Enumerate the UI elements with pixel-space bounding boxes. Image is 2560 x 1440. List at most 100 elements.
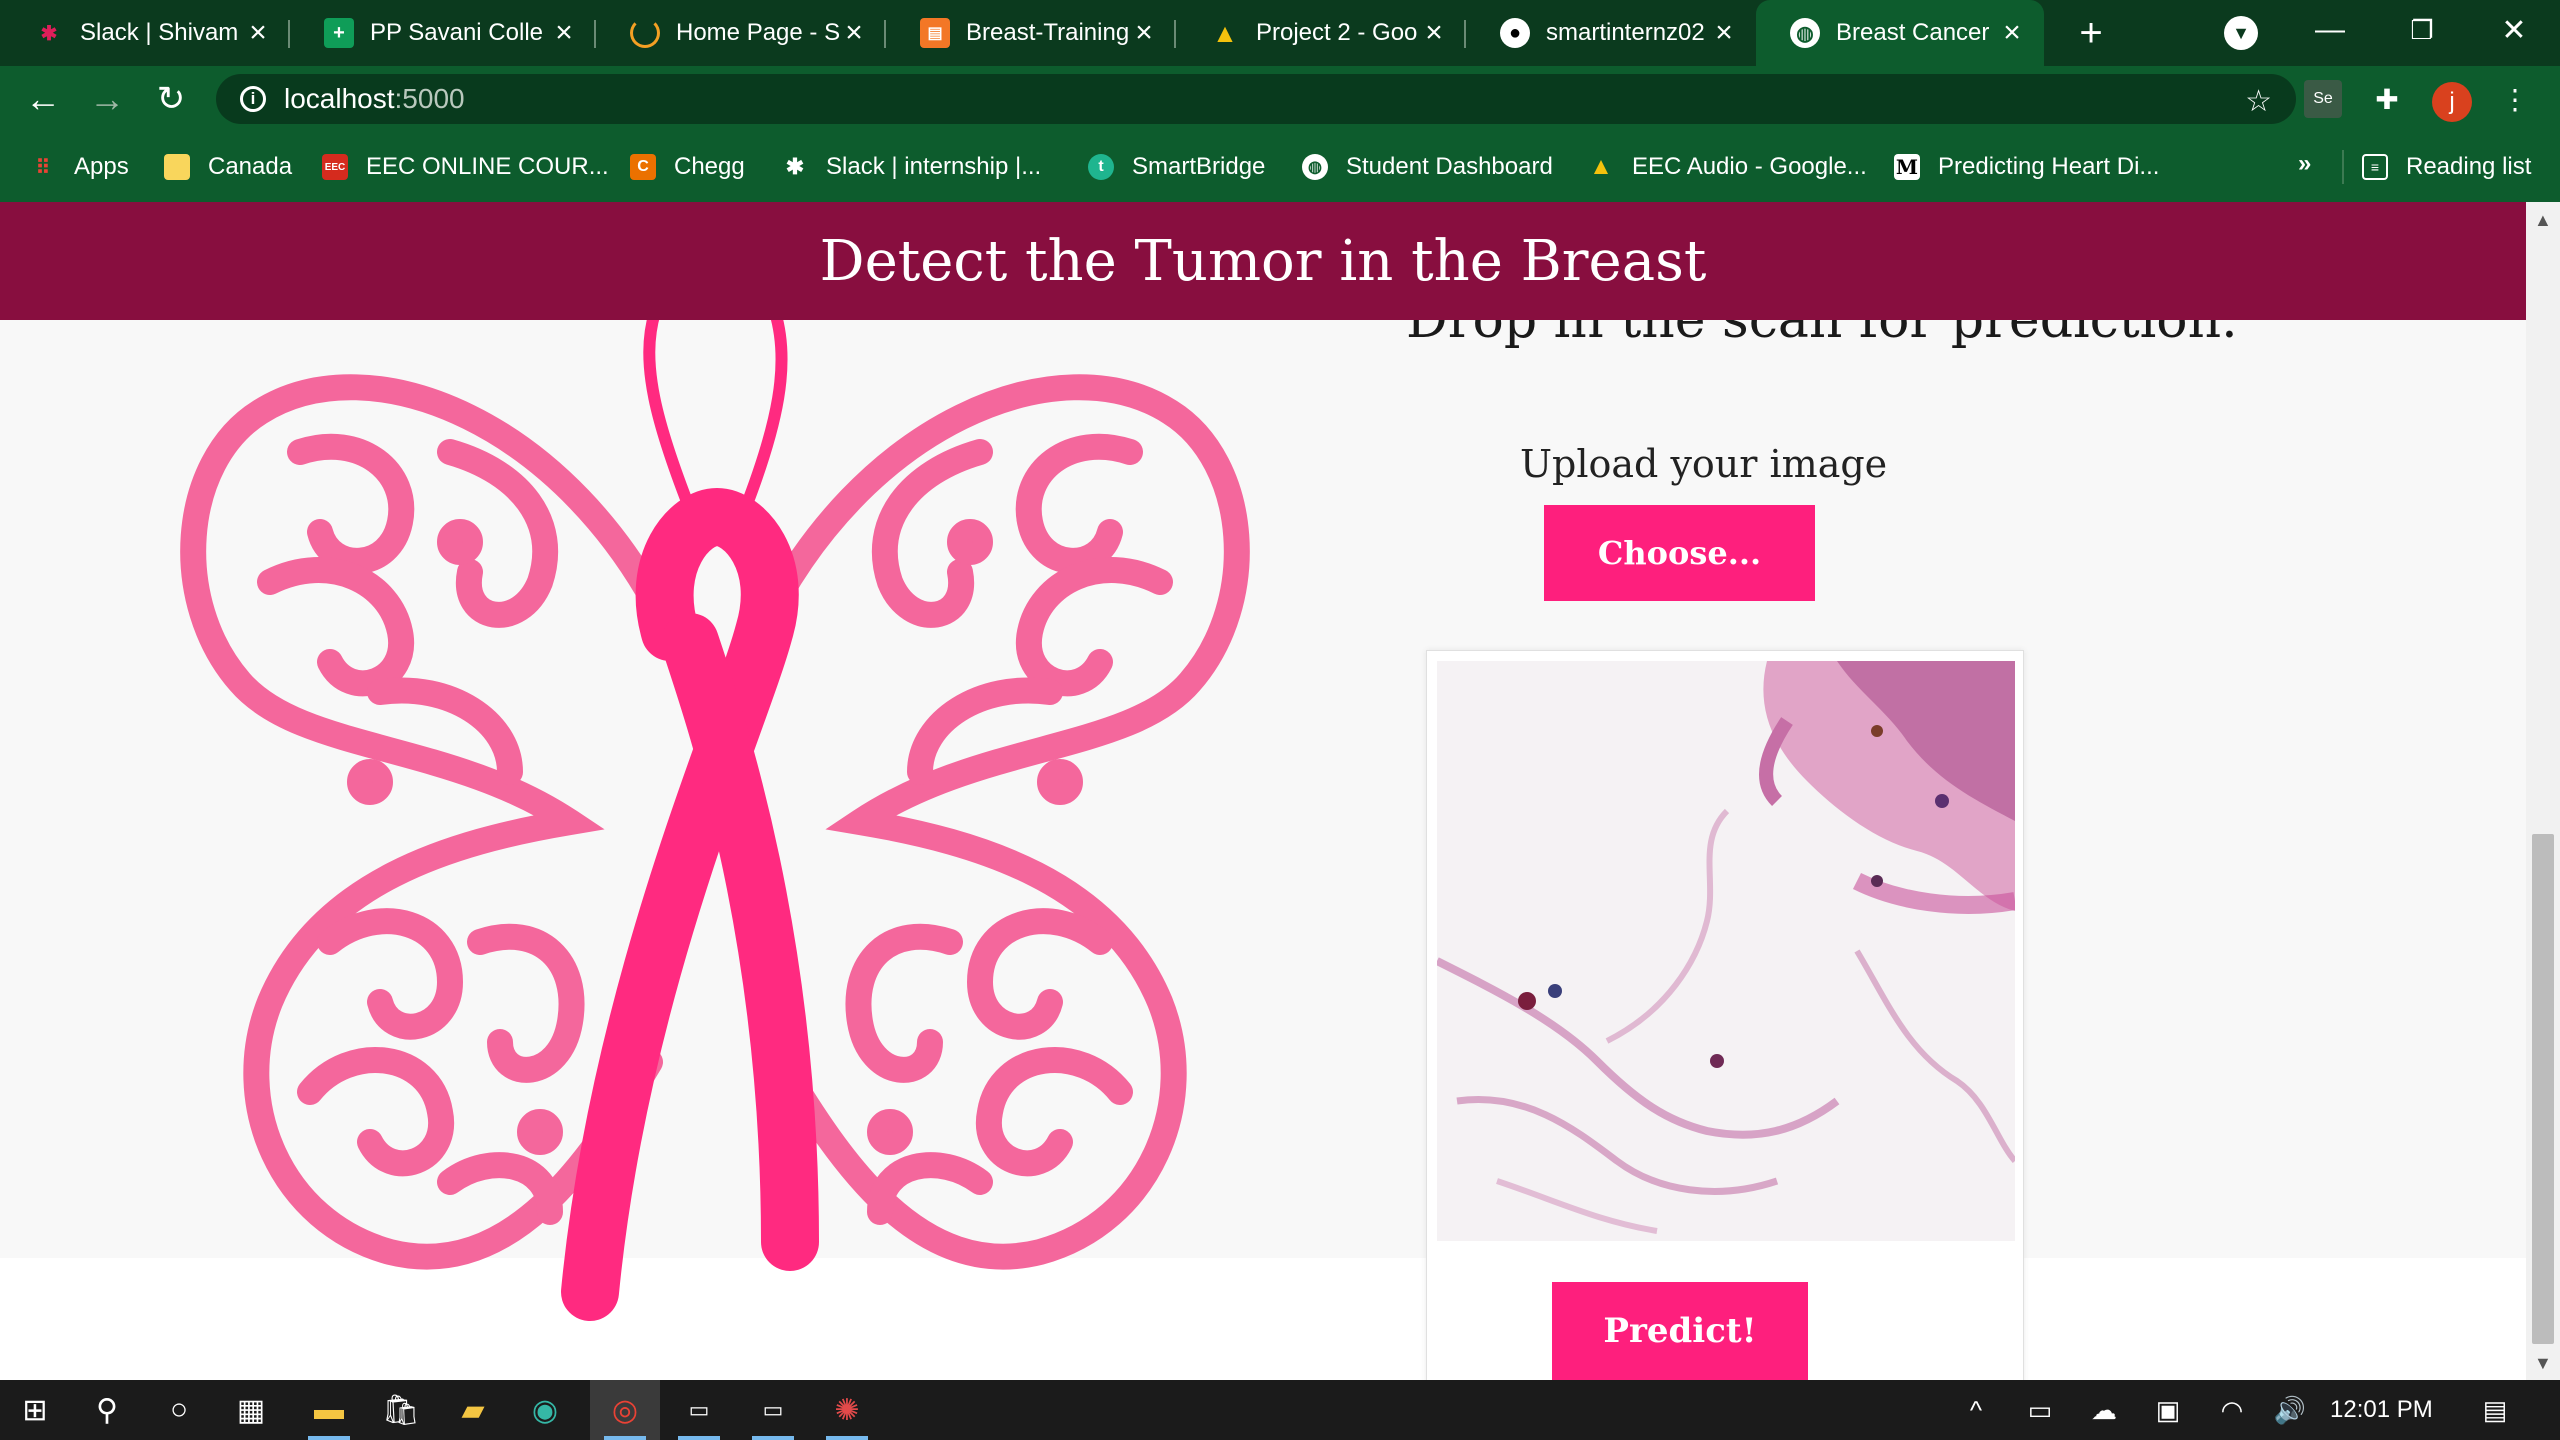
profile-avatar[interactable]: j bbox=[2432, 82, 2472, 122]
close-icon[interactable]: × bbox=[1130, 16, 1158, 50]
drive-icon: ▲ bbox=[1589, 153, 1613, 180]
page-scrollbar[interactable]: ▲ ▼ bbox=[2526, 202, 2560, 1380]
tab-title: smartinternz02 bbox=[1546, 19, 1705, 46]
back-arrow-icon[interactable]: ← bbox=[18, 74, 68, 124]
puzzle-icon[interactable]: ✚ bbox=[2368, 80, 2406, 118]
browser-toolbar: ← → ↻ i localhost:5000 ☆ Se ✚ ⋮ bbox=[0, 66, 2560, 132]
tab-home-page[interactable]: Home Page - S × bbox=[596, 0, 886, 66]
close-icon[interactable]: × bbox=[840, 16, 868, 50]
bookmark-canada[interactable]: Canada bbox=[164, 150, 292, 184]
butterfly-ribbon-logo bbox=[180, 306, 1250, 1321]
tab-title: Home Page - S bbox=[676, 19, 840, 46]
restore-icon[interactable]: ❐ bbox=[2392, 8, 2452, 52]
predict-button[interactable]: Predict! bbox=[1552, 1282, 1808, 1380]
bookmark-star-icon[interactable]: ☆ bbox=[2245, 84, 2272, 119]
reading-list-button[interactable]: ≡ Reading list bbox=[2362, 150, 2531, 184]
globe-icon: ◍ bbox=[1302, 154, 1328, 180]
notifications-icon[interactable]: ▤ bbox=[2470, 1380, 2520, 1440]
upload-label: Upload your image bbox=[1520, 442, 1888, 486]
page-title: Detect the Tumor in the Breast bbox=[0, 202, 2526, 320]
edge-icon[interactable]: ◉ bbox=[510, 1380, 580, 1440]
slack-icon: ✱ bbox=[40, 22, 58, 45]
notebook-icon: ▤ bbox=[920, 18, 950, 48]
scroll-up-arrow-icon[interactable]: ▲ bbox=[2534, 210, 2552, 231]
tab-breast-cancer[interactable]: ◍ Breast Cancer D × bbox=[1756, 0, 2044, 66]
smartbridge-icon: t bbox=[1088, 154, 1114, 180]
wifi-icon[interactable]: ◠ bbox=[2212, 1380, 2252, 1440]
choose-file-button[interactable]: Choose... bbox=[1544, 505, 1815, 601]
bookmark-student-dashboard[interactable]: ◍ Student Dashboard bbox=[1302, 150, 1553, 184]
tab-title: Project 2 - Goo bbox=[1256, 19, 1418, 46]
new-tab-button[interactable]: + bbox=[2066, 8, 2116, 58]
cortana-icon[interactable]: ○ bbox=[144, 1380, 214, 1440]
scan-preview-image bbox=[1437, 661, 2015, 1241]
bookmark-smartbridge[interactable]: t SmartBridge bbox=[1088, 150, 1265, 184]
window-close-icon[interactable]: ✕ bbox=[2484, 8, 2544, 52]
right-wing-icon bbox=[747, 374, 1250, 1270]
browser-tab-strip: ✱ Slack | Shivam S × + PP Savani Colle ×… bbox=[0, 0, 2560, 66]
sheets-icon: + bbox=[324, 18, 354, 48]
apps-grid-icon: ⠿ bbox=[35, 156, 51, 179]
bookmarks-overflow-button[interactable]: » bbox=[2298, 150, 2311, 178]
search-icon[interactable]: ⚲ bbox=[72, 1380, 142, 1440]
show-hidden-icons-icon[interactable]: ^ bbox=[1956, 1380, 1996, 1440]
bookmark-eec-audio[interactable]: ▲ EEC Audio - Google... bbox=[1588, 150, 1867, 184]
histology-scan-image bbox=[1437, 661, 2015, 1241]
screen-icon[interactable]: ▣ bbox=[2148, 1380, 2188, 1440]
tab-github[interactable]: ● smartinternz02 × bbox=[1466, 0, 1756, 66]
close-icon[interactable]: × bbox=[1710, 16, 1738, 50]
scroll-thumb[interactable] bbox=[2532, 834, 2554, 1344]
chegg-icon: C bbox=[630, 154, 656, 180]
bookmark-slack[interactable]: ✱ Slack | internship |... bbox=[782, 150, 1041, 184]
taskbar-clock[interactable]: 12:01 PM bbox=[2330, 1380, 2433, 1440]
store-icon[interactable]: 🛍 bbox=[366, 1380, 436, 1440]
close-icon[interactable]: × bbox=[550, 16, 578, 50]
folder-icon bbox=[164, 154, 190, 180]
address-url: localhost:5000 bbox=[284, 83, 465, 114]
bookmark-chegg[interactable]: C Chegg bbox=[630, 150, 745, 184]
tab-project-2[interactable]: ▲ Project 2 - Goo × bbox=[1176, 0, 1466, 66]
terminal-icon[interactable]: ▭ bbox=[664, 1380, 734, 1440]
reading-list-icon: ≡ bbox=[2362, 154, 2388, 180]
web-page: Drop in the scan for prediction. Detect … bbox=[0, 202, 2526, 1380]
address-bar[interactable]: i localhost:5000 ☆ bbox=[216, 74, 2296, 124]
tab-breast-training[interactable]: ▤ Breast-Training × bbox=[886, 0, 1176, 66]
loading-icon bbox=[630, 18, 660, 48]
bookmark-predicting-heart[interactable]: M Predicting Heart Di... bbox=[1894, 150, 2159, 184]
tab-pp-savani[interactable]: + PP Savani Colle × bbox=[290, 0, 596, 66]
image-preview-card bbox=[1426, 650, 2024, 1380]
tab-title: Breast Cancer D bbox=[1836, 19, 1998, 46]
window-app-icon[interactable]: ▭ bbox=[738, 1380, 808, 1440]
windows-start-icon[interactable]: ⊞ bbox=[0, 1380, 70, 1440]
tab-title: Slack | Shivam S bbox=[80, 19, 244, 46]
close-icon[interactable]: × bbox=[244, 16, 272, 50]
reload-icon[interactable]: ↻ bbox=[146, 74, 196, 124]
volume-icon[interactable]: 🔊 bbox=[2270, 1380, 2310, 1440]
spider-app-icon[interactable]: ✺ bbox=[812, 1380, 882, 1440]
onedrive-icon[interactable]: ☁ bbox=[2084, 1380, 2124, 1440]
menu-kebab-icon[interactable]: ⋮ bbox=[2496, 80, 2534, 118]
file-explorer-icon[interactable]: ▬ bbox=[294, 1380, 364, 1440]
chrome-icon[interactable]: ◎ bbox=[590, 1380, 660, 1440]
battery-icon[interactable]: ▭ bbox=[2020, 1380, 2060, 1440]
task-view-icon[interactable]: ▦ bbox=[216, 1380, 286, 1440]
sticky-notes-icon[interactable]: ▰ bbox=[438, 1380, 508, 1440]
extension-icon[interactable]: Se bbox=[2304, 80, 2342, 118]
tab-slack[interactable]: ✱ Slack | Shivam S × bbox=[0, 0, 290, 66]
forward-arrow-icon[interactable]: → bbox=[82, 74, 132, 124]
close-icon[interactable]: × bbox=[1998, 16, 2026, 50]
close-icon[interactable]: × bbox=[1420, 16, 1448, 50]
medium-icon: M bbox=[1894, 154, 1920, 180]
bookmarks-bar: ⠿ Apps Canada EEC EEC ONLINE COUR... C C… bbox=[0, 132, 2560, 203]
minimize-icon[interactable]: — bbox=[2300, 8, 2360, 52]
globe-icon: ◍ bbox=[1790, 18, 1820, 48]
github-icon: ● bbox=[1500, 18, 1530, 48]
tab-title: Breast-Training bbox=[966, 19, 1130, 46]
tab-search-icon[interactable]: ▼ bbox=[2224, 16, 2258, 50]
scroll-down-arrow-icon[interactable]: ▼ bbox=[2534, 1353, 2552, 1374]
slack-icon: ✱ bbox=[785, 154, 805, 179]
pink-ribbon-icon bbox=[561, 306, 819, 1321]
bookmark-apps[interactable]: ⠿ Apps bbox=[30, 150, 129, 184]
bookmark-eec-online[interactable]: EEC EEC ONLINE COUR... bbox=[322, 150, 609, 184]
site-info-icon[interactable]: i bbox=[240, 86, 266, 112]
